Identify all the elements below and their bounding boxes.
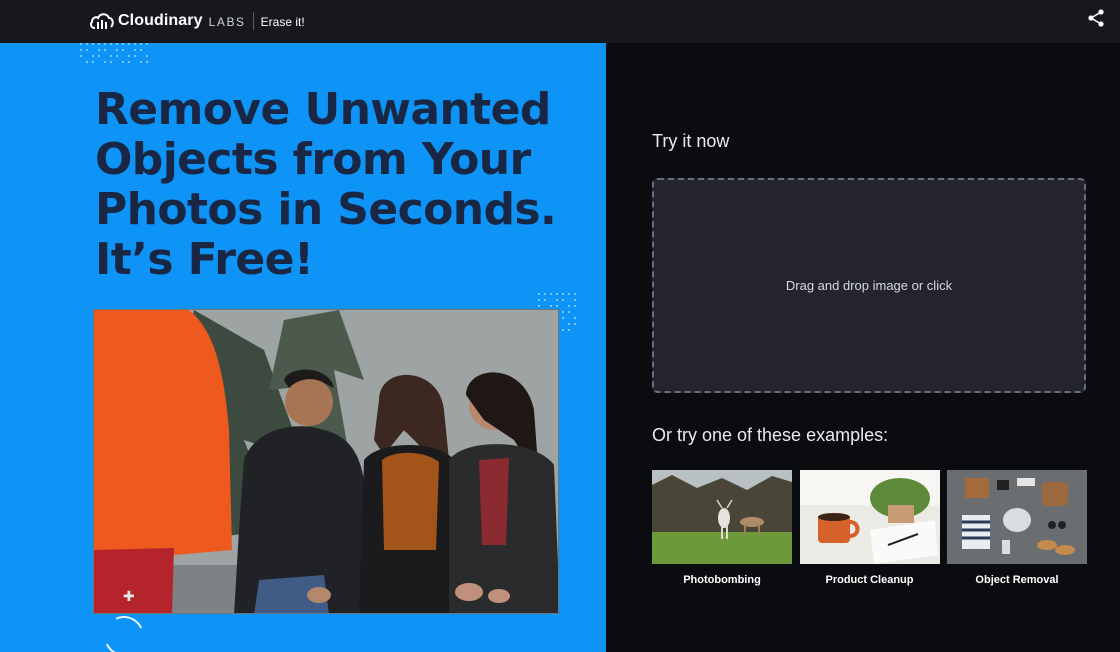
decorative-dot xyxy=(134,49,136,51)
decorative-dot xyxy=(116,49,118,51)
decorative-dot xyxy=(134,55,136,57)
brand-divider xyxy=(252,12,254,30)
decorative-dot xyxy=(98,43,100,45)
decorative-dot xyxy=(110,55,112,57)
decorative-dot xyxy=(562,293,564,295)
decorative-dot xyxy=(80,43,82,45)
decorative-dot xyxy=(80,49,82,51)
decorative-dot xyxy=(562,299,564,301)
decorative-dot xyxy=(128,55,130,57)
decorative-dot xyxy=(86,49,88,51)
image-dropzone[interactable]: Drag and drop image or click xyxy=(652,178,1086,393)
loading-spinner-icon xyxy=(98,610,150,652)
decorative-dot xyxy=(140,43,142,45)
decorative-dot xyxy=(104,43,106,45)
examples-heading: Or try one of these examples: xyxy=(652,425,889,445)
crosshair-cursor-icon: ✚ xyxy=(123,588,135,604)
decorative-dot xyxy=(574,293,576,295)
product-name: Erase it! xyxy=(260,14,305,29)
decorative-dot xyxy=(556,305,558,307)
decorative-dot xyxy=(568,311,570,313)
example-product-cleanup[interactable]: Product Cleanup xyxy=(799,470,940,586)
decorative-dot xyxy=(550,293,552,295)
decorative-dot xyxy=(128,43,130,45)
decorative-dot xyxy=(574,323,576,325)
decorative-dot xyxy=(104,61,106,63)
example-thumbnail[interactable] xyxy=(799,470,940,564)
try-now-heading: Try it now xyxy=(652,131,730,151)
example-object-removal[interactable]: Object Removal xyxy=(947,470,1087,586)
example-label: Product Cleanup xyxy=(825,574,914,586)
decorative-dot xyxy=(544,299,546,301)
decorative-dot xyxy=(110,43,112,45)
decorative-dot xyxy=(122,49,124,51)
decorative-dot xyxy=(140,61,142,63)
decorative-dot xyxy=(568,329,570,331)
decorative-dot xyxy=(98,55,100,57)
decorative-dot xyxy=(568,305,570,307)
decorative-dot xyxy=(146,61,148,63)
decorative-dot xyxy=(86,43,88,45)
example-thumbnail[interactable] xyxy=(947,470,1087,564)
decorative-dot xyxy=(140,49,142,51)
decorative-dot xyxy=(92,55,94,57)
headline-line: Remove Unwanted xyxy=(95,84,551,135)
decorative-dot xyxy=(98,49,100,51)
example-thumbnail[interactable] xyxy=(652,470,792,564)
decorative-dot xyxy=(128,61,130,63)
decorative-dot xyxy=(562,317,564,319)
decorative-dot xyxy=(116,55,118,57)
brand-logo[interactable]: Cloudinary LABS Erase it! xyxy=(90,10,305,32)
upload-panel: Try it now Drag and drop image or click … xyxy=(606,43,1120,652)
decorative-dot xyxy=(574,305,576,307)
headline-line: Objects from Your xyxy=(95,134,531,185)
brand-labs: LABS xyxy=(208,15,246,29)
brand-name: Cloudinary xyxy=(118,12,203,29)
decorative-dot xyxy=(86,61,88,63)
decorative-dot xyxy=(146,55,148,57)
decorative-dot xyxy=(116,43,118,45)
decorative-dot xyxy=(538,293,540,295)
decorative-dot xyxy=(556,293,558,295)
decorative-dot xyxy=(568,323,570,325)
decorative-dot xyxy=(92,43,94,45)
decorative-dot xyxy=(562,311,564,313)
headline-line: It’s Free! xyxy=(95,234,314,285)
decorative-dot xyxy=(80,55,82,57)
decorative-dot xyxy=(574,317,576,319)
decorative-dot xyxy=(122,61,124,63)
decorative-dot xyxy=(556,299,558,301)
example-label: Object Removal xyxy=(975,574,1059,586)
decorative-dot xyxy=(574,299,576,301)
decorative-dot xyxy=(104,49,106,51)
hero-panel: Remove Unwanted Objects from Your Photos… xyxy=(0,43,606,652)
example-label: Photobombing xyxy=(683,574,761,586)
decorative-dots xyxy=(80,43,152,69)
decorative-dot xyxy=(538,299,540,301)
decorative-dot xyxy=(538,305,540,307)
headline-line: Photos in Seconds. xyxy=(95,184,557,235)
examples-list: Photobombing Product Cleanup Object Remo… xyxy=(652,470,1095,586)
decorative-dot xyxy=(544,293,546,295)
cloud-logo-icon xyxy=(90,13,114,29)
hero-headline: Remove Unwanted Objects from Your Photos… xyxy=(95,85,565,285)
decorative-dot xyxy=(568,293,570,295)
example-photobombing[interactable]: Photobombing xyxy=(652,470,792,586)
top-navigation-bar: Cloudinary LABS Erase it! xyxy=(0,0,1120,43)
decorative-dot xyxy=(146,43,148,45)
dropzone-text: Drag and drop image or click xyxy=(785,278,953,293)
decorative-dot xyxy=(134,43,136,45)
share-icon[interactable] xyxy=(1086,8,1106,28)
decorative-dot xyxy=(110,61,112,63)
decorative-dot xyxy=(562,329,564,331)
decorative-dot xyxy=(550,305,552,307)
demo-photo xyxy=(93,309,559,614)
decorative-dot xyxy=(92,61,94,63)
decorative-dot xyxy=(122,43,124,45)
